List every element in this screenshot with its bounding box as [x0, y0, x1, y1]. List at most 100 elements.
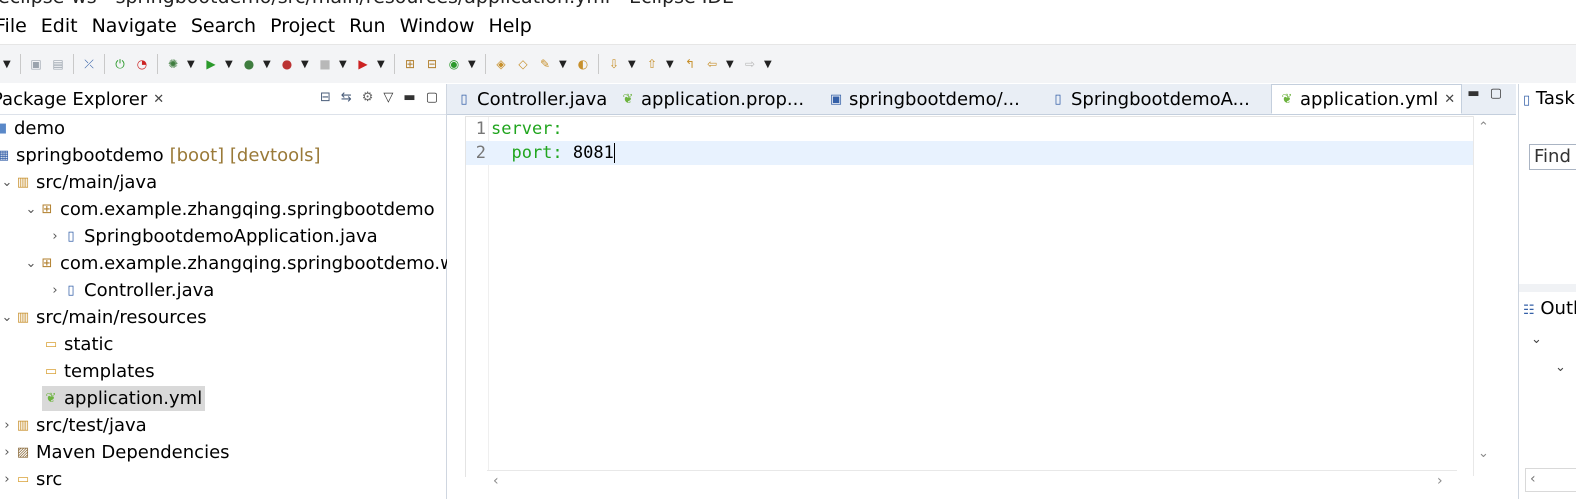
- menu-run[interactable]: Run: [342, 15, 392, 37]
- current-code-line[interactable]: 2 port: 8081: [466, 141, 1476, 165]
- tree-item-package-springbootdemo[interactable]: ⌄ ⊞ com.example.zhangqing.springbootdemo: [0, 196, 446, 223]
- open-type-icon[interactable]: ◈: [493, 56, 509, 72]
- scroll-left-icon[interactable]: ‹: [1530, 471, 1536, 487]
- tree-item-controller[interactable]: › ▯ Controller.java: [0, 277, 446, 304]
- menu-bar: File Edit Navigate Search Project Run Wi…: [0, 8, 1576, 44]
- debug-icon[interactable]: ✺: [165, 56, 181, 72]
- chevron-down-icon[interactable]: ⌄: [24, 256, 38, 271]
- last-edit-location-icon[interactable]: ↰: [682, 56, 698, 72]
- link-with-editor-icon[interactable]: ⇆: [341, 90, 352, 105]
- menu-project[interactable]: Project: [263, 15, 342, 37]
- maximize-icon[interactable]: ▢: [1490, 86, 1502, 101]
- coverage-icon[interactable]: ●: [241, 56, 257, 72]
- filters-icon[interactable]: ⚙: [362, 90, 374, 105]
- tree-item-src-main-resources[interactable]: ⌄ ▥ src/main/resources: [0, 304, 446, 331]
- new-class-icon[interactable]: ◉: [446, 56, 462, 72]
- coverage-dropdown-caret-icon[interactable]: ▼: [263, 59, 273, 70]
- maximize-icon[interactable]: ▢: [426, 90, 438, 105]
- back-icon[interactable]: ⇦: [704, 56, 720, 72]
- search-dropdown-caret-icon[interactable]: ▼: [559, 59, 569, 70]
- tree-item-application-yml[interactable]: ❦ application.yml: [0, 385, 446, 412]
- stop-dropdown-caret-icon[interactable]: ▼: [339, 59, 349, 70]
- open-resource-icon[interactable]: ◇: [515, 56, 531, 72]
- yaml-editor[interactable]: 1 server: 2 port: 8081: [465, 116, 1476, 477]
- menu-file[interactable]: File: [0, 15, 34, 37]
- new-java-project-icon[interactable]: ⊞: [402, 56, 418, 72]
- new-dropdown-caret-icon[interactable]: ▼: [3, 59, 13, 70]
- collapse-all-icon[interactable]: ⊟: [320, 90, 331, 105]
- new-class-dropdown-caret-icon[interactable]: ▼: [468, 59, 478, 70]
- chevron-down-icon[interactable]: ⌄: [1555, 360, 1566, 375]
- previous-annotation-icon[interactable]: ⇧: [644, 56, 660, 72]
- run-icon[interactable]: ▶: [203, 56, 219, 72]
- minimize-icon[interactable]: ▬: [403, 90, 415, 105]
- tree-item-templates[interactable]: ▭ templates: [0, 358, 446, 385]
- launch-dropdown-caret-icon[interactable]: ▼: [377, 59, 387, 70]
- chevron-right-icon[interactable]: ›: [0, 472, 14, 487]
- find-input[interactable]: Find: [1529, 144, 1576, 170]
- menu-window[interactable]: Window: [393, 15, 482, 37]
- scroll-left-icon[interactable]: ‹: [493, 473, 499, 489]
- tree-item-src-main-java[interactable]: ⌄ ▥ src/main/java: [0, 169, 446, 196]
- skip-breakpoints-icon[interactable]: ⤫: [81, 56, 97, 72]
- horizontal-scrollbar[interactable]: ‹ ›: [487, 470, 1457, 493]
- forward-icon[interactable]: ⇨: [742, 56, 758, 72]
- close-view-icon[interactable]: ✕: [153, 92, 164, 107]
- tree-item-springbootdemo[interactable]: ▦ springbootdemo [boot] [devtools]: [0, 142, 446, 169]
- external-tools-dropdown-caret-icon[interactable]: ▼: [301, 59, 311, 70]
- view-menu-icon[interactable]: ▽: [383, 90, 393, 105]
- horizontal-scrollbar[interactable]: ‹: [1525, 468, 1576, 492]
- boot-relaunch-icon[interactable]: ◔: [134, 56, 150, 72]
- outline-tab[interactable]: ☷ Outline: [1523, 298, 1576, 319]
- scroll-right-icon[interactable]: ›: [1437, 473, 1443, 489]
- chevron-down-icon[interactable]: ⌄: [0, 310, 14, 325]
- chevron-down-icon[interactable]: ⌄: [24, 202, 38, 217]
- debug-dropdown-caret-icon[interactable]: ▼: [187, 59, 197, 70]
- menu-navigate[interactable]: Navigate: [85, 15, 184, 37]
- menu-help[interactable]: Help: [481, 15, 538, 37]
- tree-item-src[interactable]: › ▭ src: [0, 466, 446, 493]
- forward-dropdown-caret-icon[interactable]: ▼: [764, 59, 774, 70]
- chevron-right-icon[interactable]: ›: [48, 229, 62, 244]
- tab-application-yml[interactable]: ❦ application.yml ✕: [1271, 84, 1463, 114]
- tree-item-springbootdemo-application[interactable]: › ▯ SpringbootdemoApplication.java: [0, 223, 446, 250]
- chevron-down-icon[interactable]: ⌄: [0, 175, 14, 190]
- close-tab-icon[interactable]: ✕: [1444, 92, 1455, 107]
- next-annotation-dropdown-caret-icon[interactable]: ▼: [628, 59, 638, 70]
- chevron-down-icon[interactable]: ⌄: [1531, 332, 1542, 347]
- chevron-right-icon[interactable]: ›: [0, 445, 14, 460]
- scroll-down-icon[interactable]: ⌄: [1478, 446, 1489, 461]
- back-dropdown-caret-icon[interactable]: ▼: [726, 59, 736, 70]
- boot-dashboard-icon[interactable]: ⏻: [112, 56, 128, 72]
- chevron-right-icon[interactable]: ›: [48, 283, 62, 298]
- task-list-tab[interactable]: ▯ Task List: [1523, 88, 1576, 109]
- chevron-right-icon[interactable]: ›: [0, 418, 14, 433]
- tab-springbootdemo-pom[interactable]: ▣ springbootdemo/...: [821, 84, 1043, 114]
- new-package-icon[interactable]: ⊟: [424, 56, 440, 72]
- save-all-icon[interactable]: ▤: [50, 56, 66, 72]
- menu-search[interactable]: Search: [184, 15, 263, 37]
- tree-item-static[interactable]: ▭ static: [0, 331, 446, 358]
- save-icon[interactable]: ▣: [28, 56, 44, 72]
- tab-springbootdemo-application[interactable]: ▯ SpringbootdemoA...: [1043, 84, 1271, 114]
- tab-application-properties[interactable]: ❦ application.prop...: [613, 84, 821, 114]
- stop-icon[interactable]: ■: [317, 56, 333, 72]
- launch-server-icon[interactable]: ▶: [355, 56, 371, 72]
- tab-controller-java[interactable]: ▯ Controller.java: [447, 84, 613, 114]
- vertical-scrollbar[interactable]: ⌃ ⌄: [1473, 116, 1496, 476]
- search-icon[interactable]: ✎: [537, 56, 553, 72]
- tree-item-maven-dependencies[interactable]: › ▨ Maven Dependencies: [0, 439, 446, 466]
- scroll-up-icon[interactable]: ⌃: [1478, 120, 1489, 135]
- minimize-icon[interactable]: ▬: [1467, 86, 1479, 101]
- tree-item-package-web[interactable]: ⌄ ⊞ com.example.zhangqing.springbootdemo…: [0, 250, 478, 277]
- external-tools-icon[interactable]: ●: [279, 56, 295, 72]
- tree-item-demo[interactable]: ■ demo: [0, 115, 446, 142]
- run-dropdown-caret-icon[interactable]: ▼: [225, 59, 235, 70]
- package-explorer-title[interactable]: Package Explorer: [0, 89, 147, 110]
- tree-item-src-test-java[interactable]: › ▥ src/test/java: [0, 412, 446, 439]
- open-task-icon[interactable]: ◐: [575, 56, 591, 72]
- code-line[interactable]: 1 server:: [466, 117, 1476, 141]
- menu-edit[interactable]: Edit: [34, 15, 85, 37]
- next-annotation-icon[interactable]: ⇩: [606, 56, 622, 72]
- previous-annotation-dropdown-caret-icon[interactable]: ▼: [666, 59, 676, 70]
